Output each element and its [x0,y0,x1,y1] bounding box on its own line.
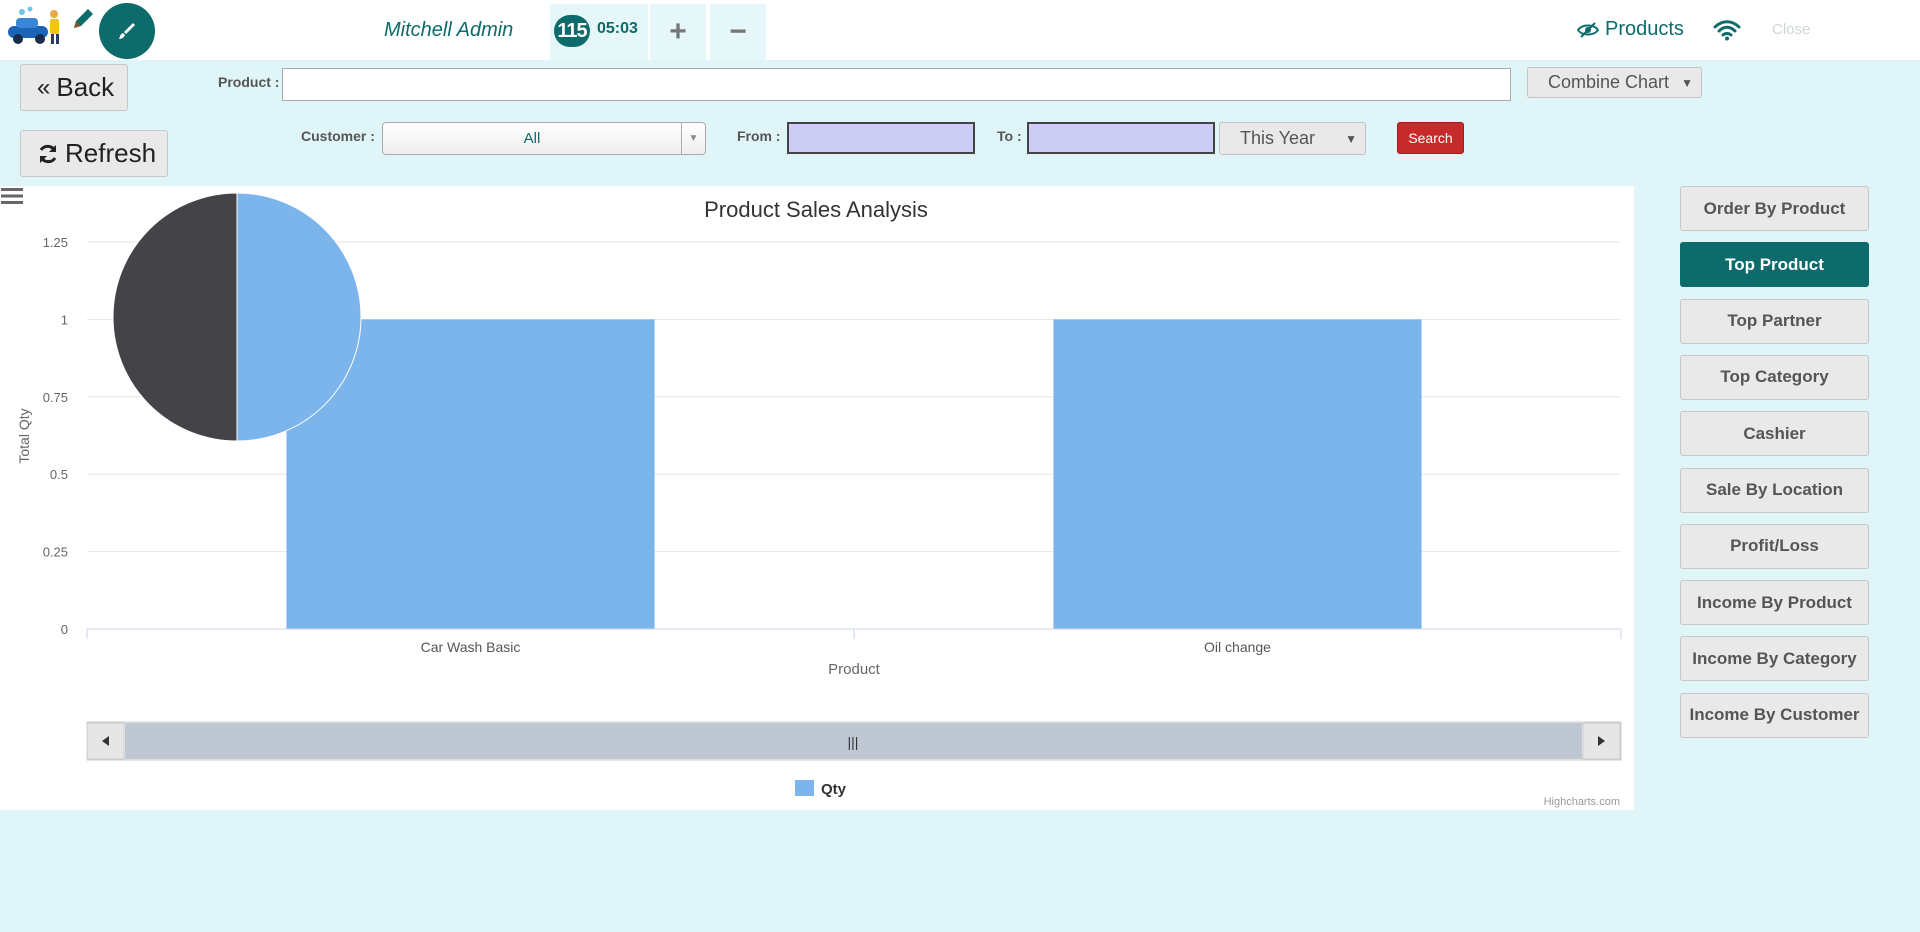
y-tick-label: 0.75 [43,390,68,405]
report-income-by-product-button[interactable]: Income By Product [1680,580,1869,626]
report-top-product-button[interactable]: Top Product [1680,242,1869,288]
refresh-label: Refresh [65,138,157,168]
order-number-badge[interactable]: 115 [554,15,590,47]
to-label: To : [997,128,1022,144]
theme-brush-button[interactable] [99,3,155,59]
pie-slice [112,192,238,442]
car-wash-logo-icon [8,6,59,44]
back-label: Back [56,72,115,102]
period-select[interactable]: This Year ▼ [1219,122,1366,155]
customer-label: Customer : [301,128,375,144]
y-tick-label: 0 [61,622,68,637]
chart-menu-icon[interactable] [0,186,24,206]
brush-icon [119,23,135,39]
top-bar: Mitchell Admin 115 05:03 + − Products Cl… [0,0,1920,60]
report-cashier-button[interactable]: Cashier [1680,411,1869,457]
products-label: Products [1605,18,1684,40]
chart-credits: Highcharts.com [1544,796,1620,808]
product-input[interactable] [282,68,1511,101]
products-button[interactable]: Products [1577,18,1684,41]
legend-swatch [795,780,814,796]
remove-order-button[interactable]: − [710,4,766,60]
legend-label: Qty [821,781,847,798]
x-tick-label: Car Wash Basic [421,639,521,655]
scrollbar-grip-icon: ||| [848,734,859,750]
y-tick-label: 1 [61,312,68,327]
bar [1053,319,1422,629]
report-income-by-customer-button[interactable]: Income By Customer [1680,692,1869,738]
report-top-partner-button[interactable]: Top Partner [1680,298,1869,344]
refresh-button[interactable]: Refresh [20,130,168,177]
from-label: From : [737,128,781,144]
x-tick-label: Oil change [1204,639,1271,655]
from-date-input[interactable] [787,122,975,154]
chart-title: Product Sales Analysis [704,197,928,222]
chart-mode-select[interactable]: Combine Chart ▼ [1527,67,1702,98]
y-tick-label: 0.25 [43,545,68,560]
report-profit-loss-button[interactable]: Profit/Loss [1680,523,1869,569]
caret-down-icon: ▼ [681,123,705,154]
chevron-down-icon: ▼ [1681,75,1693,90]
report-order-by-product-button[interactable]: Order By Product [1680,186,1869,231]
add-order-button[interactable]: + [650,4,706,60]
order-time: 05:03 [597,20,638,37]
to-date-input[interactable] [1027,122,1215,154]
product-label: Product : [218,74,280,90]
product-sales-chart: Product Sales Analysis 0 0.25 0.5 0.75 1 1.25 T… [16,192,1622,808]
customer-value: All [523,130,541,147]
chart-panel: Product Sales Analysis 0 0.25 0.5 0.75 1 1.25 T… [0,186,1634,810]
y-tick-label: 0.5 [50,467,68,482]
eye-slash-icon [1577,21,1599,38]
close-button[interactable]: Close [1772,21,1810,38]
edit-icon[interactable] [70,6,96,32]
wifi-icon [1713,20,1741,41]
report-sale-by-location-button[interactable]: Sale By Location [1680,467,1869,513]
chart-mode-value: Combine Chart [1548,72,1670,92]
y-tick-label: 1.25 [43,235,68,250]
cashier-name[interactable]: Mitchell Admin [384,19,513,42]
back-button[interactable]: « Back [20,64,128,111]
customer-select[interactable]: All ▼ [382,122,706,155]
report-income-by-category-button[interactable]: Income By Category [1680,636,1869,682]
chevron-down-icon: ▼ [1345,131,1357,146]
y-axis-label: Total Qty [16,408,32,463]
double-chevron-left-icon: « [37,73,51,101]
x-axis-label: Product [828,661,881,678]
search-button[interactable]: Search [1397,122,1464,154]
refresh-icon [39,144,57,163]
period-value: This Year [1240,128,1316,148]
report-top-category-button[interactable]: Top Category [1680,354,1869,400]
